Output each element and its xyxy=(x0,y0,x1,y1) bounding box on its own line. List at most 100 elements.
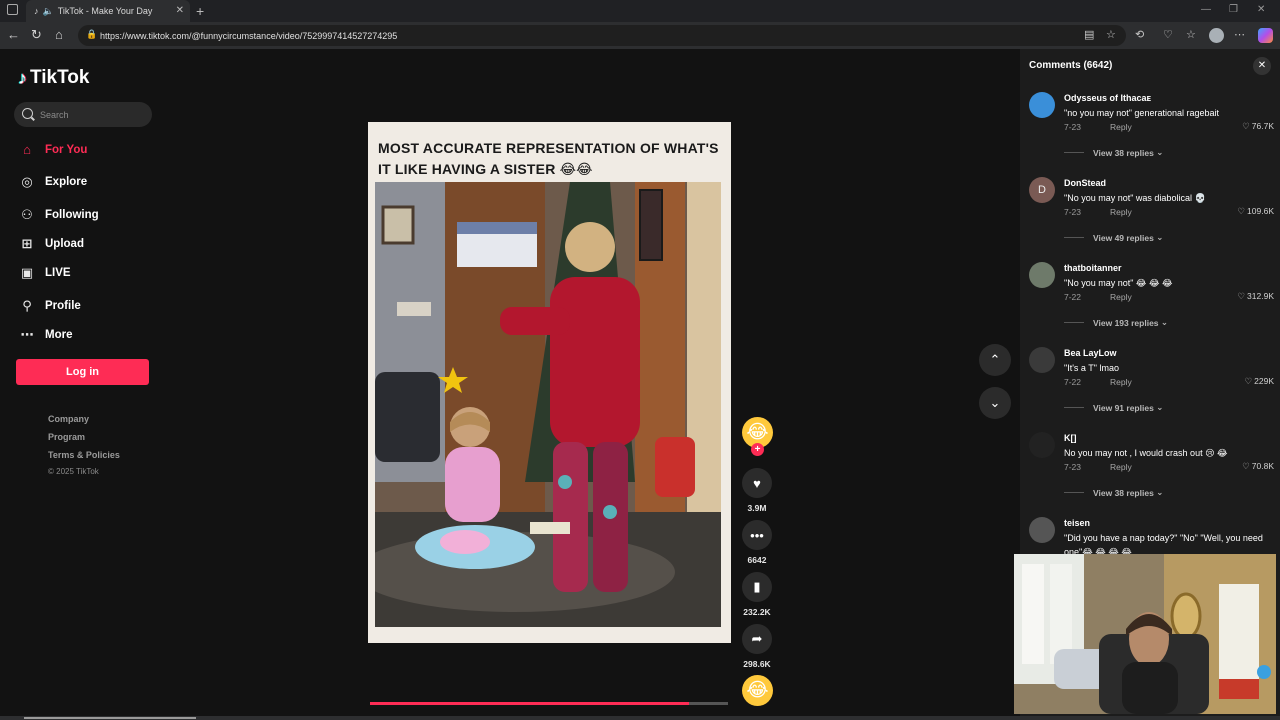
nav-profile[interactable]: ⚲ Profile xyxy=(18,298,81,314)
comment-like-button[interactable]: ♡ 76.7K xyxy=(1242,121,1274,132)
comment-like-count: 312.9K xyxy=(1247,291,1274,301)
share-arrow-icon[interactable]: ➦ xyxy=(742,624,772,654)
comment-like-button[interactable]: ♡ 109.6K xyxy=(1237,206,1274,217)
view-replies-button[interactable]: View 38 replies ⌄ xyxy=(1064,487,1163,498)
reply-button[interactable]: Reply xyxy=(1110,292,1132,302)
tab-close-icon[interactable]: ✕ xyxy=(176,5,184,16)
upload-icon: ⊞ xyxy=(21,236,33,251)
footer-program-link[interactable]: Program xyxy=(48,432,85,442)
view-replies-button[interactable]: View 38 replies ⌄ xyxy=(1064,147,1163,158)
reader-icon[interactable]: ▤ xyxy=(1084,28,1094,41)
reply-button[interactable]: Reply xyxy=(1110,462,1132,472)
speaker-icon[interactable]: 🔈 xyxy=(43,6,54,17)
comment-like-button[interactable]: ♡ 70.8K xyxy=(1242,461,1274,472)
divider xyxy=(1064,322,1084,323)
comment-item: Odysseus of Ithacaᴇ "no you may not" gen… xyxy=(1029,92,1274,176)
comment-date: 7-23 xyxy=(1064,462,1082,472)
like-count: 3.9M xyxy=(747,503,767,513)
reply-button[interactable]: Reply xyxy=(1110,377,1132,387)
comment-user[interactable]: teisen xyxy=(1064,518,1090,528)
comment-like-count: 70.8K xyxy=(1251,461,1274,471)
nav-label: Profile xyxy=(45,300,81,312)
avatar[interactable] xyxy=(1029,262,1055,288)
comment-user[interactable]: Odysseus of Ithacaᴇ xyxy=(1064,93,1151,103)
nav-for-you[interactable]: ⌂ For You xyxy=(18,142,87,157)
comment-user[interactable]: DonStead xyxy=(1064,178,1106,188)
footer-terms-link[interactable]: Terms & Policies xyxy=(48,450,120,460)
view-replies-button[interactable]: View 49 replies ⌄ xyxy=(1064,232,1163,243)
follow-plus-icon[interactable]: + xyxy=(751,443,764,456)
search-placeholder: Search xyxy=(40,109,69,120)
avatar[interactable] xyxy=(1029,517,1055,543)
following-icon: ⚇ xyxy=(21,207,33,222)
browser-essentials-icon[interactable]: ♡ xyxy=(1163,28,1173,41)
more-icon: ⋯ xyxy=(20,327,34,342)
nav-more[interactable]: ⋯ More xyxy=(18,327,73,343)
settings-more-icon[interactable]: ⋯ xyxy=(1234,28,1245,41)
footer-company-link[interactable]: Company xyxy=(48,414,89,424)
comment-text: "No you may not" was diabolical 💀 xyxy=(1064,193,1206,203)
avatar[interactable] xyxy=(1029,92,1055,118)
comment-like-count: 229K xyxy=(1254,376,1274,386)
favorites-icon[interactable]: ☆ xyxy=(1186,28,1196,41)
comment-like-button[interactable]: ♡ 312.9K xyxy=(1237,291,1274,302)
bookmark-icon[interactable]: ▮ xyxy=(742,572,772,602)
comment-bubble-icon[interactable]: ••• xyxy=(742,520,772,550)
comment-user[interactable]: thatboitanner xyxy=(1064,263,1122,273)
address-bar: ← ↻ ⌂ 🔒 https://www.tiktok.com/@funnycir… xyxy=(0,22,1280,49)
close-comments-icon[interactable]: ✕ xyxy=(1253,57,1271,75)
reply-button[interactable]: Reply xyxy=(1110,122,1132,132)
share-action[interactable]: ➦ 298.6K xyxy=(741,624,773,669)
avatar[interactable]: D xyxy=(1029,177,1055,203)
nav-live[interactable]: ▣ LIVE xyxy=(18,265,71,281)
comment-user[interactable]: Bea LayLow xyxy=(1064,348,1117,358)
reply-button[interactable]: Reply xyxy=(1110,207,1132,217)
refresh-icon[interactable]: ↻ xyxy=(31,27,42,43)
url-field[interactable]: 🔒 https://www.tiktok.com/@funnycircumsta… xyxy=(78,25,1126,46)
heart-outline-icon: ♡ xyxy=(1237,291,1246,301)
home-browser-icon[interactable]: ⌂ xyxy=(55,27,63,42)
comment-like-button[interactable]: ♡ 229K xyxy=(1245,376,1274,387)
comment-date: 7-22 xyxy=(1064,377,1082,387)
back-icon[interactable]: ← xyxy=(7,27,20,42)
view-replies-button[interactable]: View 91 replies ⌄ xyxy=(1064,402,1163,413)
comment-item: thatboitanner "No you may not" 😂 😂 😂 7-2… xyxy=(1029,262,1274,346)
like-action[interactable]: ♥ 3.9M xyxy=(741,468,773,513)
previous-video-chevron-up-icon[interactable]: ⌃ xyxy=(979,344,1011,376)
nav-explore[interactable]: ◎ Explore xyxy=(18,174,87,190)
tiktok-logo[interactable]: ♪ TikTok xyxy=(18,67,89,89)
view-replies-button[interactable]: View 193 replies ⌄ xyxy=(1064,317,1168,328)
chevron-down-icon: ⌄ xyxy=(1160,317,1169,327)
extension-icon[interactable]: ⟲ xyxy=(1135,28,1144,41)
search-input[interactable]: Search xyxy=(14,102,152,127)
nav-following[interactable]: ⚇ Following xyxy=(18,207,98,223)
new-tab-icon[interactable]: + xyxy=(196,3,204,19)
tab-actions-icon[interactable] xyxy=(7,4,18,15)
browser-tab[interactable]: ♪ 🔈 TikTok - Make Your Day ✕ xyxy=(26,0,190,22)
window-close-icon[interactable]: ✕ xyxy=(1257,4,1265,15)
copilot-icon[interactable] xyxy=(1258,28,1273,43)
comment-user[interactable]: K[] xyxy=(1064,433,1077,443)
heart-icon[interactable]: ♥ xyxy=(742,468,772,498)
save-action[interactable]: ▮ 232.2K xyxy=(741,572,773,617)
comment-date: 7-23 xyxy=(1064,207,1082,217)
login-button[interactable]: Log in xyxy=(16,359,149,385)
save-count: 232.2K xyxy=(743,607,771,617)
video-player[interactable]: MOST ACCURATE REPRESENTATION OF WHAT'S I… xyxy=(368,122,731,643)
next-video-chevron-down-icon[interactable]: ⌄ xyxy=(979,387,1011,419)
music-disc-icon[interactable]: 😂 xyxy=(742,675,773,706)
home-icon: ⌂ xyxy=(23,142,31,157)
favorite-star-icon[interactable]: ☆ xyxy=(1106,28,1116,41)
site-info-icon[interactable]: 🔒 xyxy=(86,29,97,40)
live-icon: ▣ xyxy=(20,265,34,280)
minimize-icon[interactable]: — xyxy=(1201,4,1211,15)
maximize-icon[interactable]: ❐ xyxy=(1229,4,1238,15)
comments-title: Comments (6642) xyxy=(1029,60,1113,71)
comment-text: "No you may not" 😂 😂 😂 xyxy=(1064,278,1173,288)
avatar[interactable] xyxy=(1029,432,1055,458)
comment-action[interactable]: ••• 6642 xyxy=(741,520,773,565)
url-text: https://www.tiktok.com/@funnycircumstanc… xyxy=(100,30,398,41)
avatar[interactable] xyxy=(1029,347,1055,373)
browser-profile-avatar[interactable] xyxy=(1209,28,1224,43)
nav-upload[interactable]: ⊞ Upload xyxy=(18,236,84,252)
